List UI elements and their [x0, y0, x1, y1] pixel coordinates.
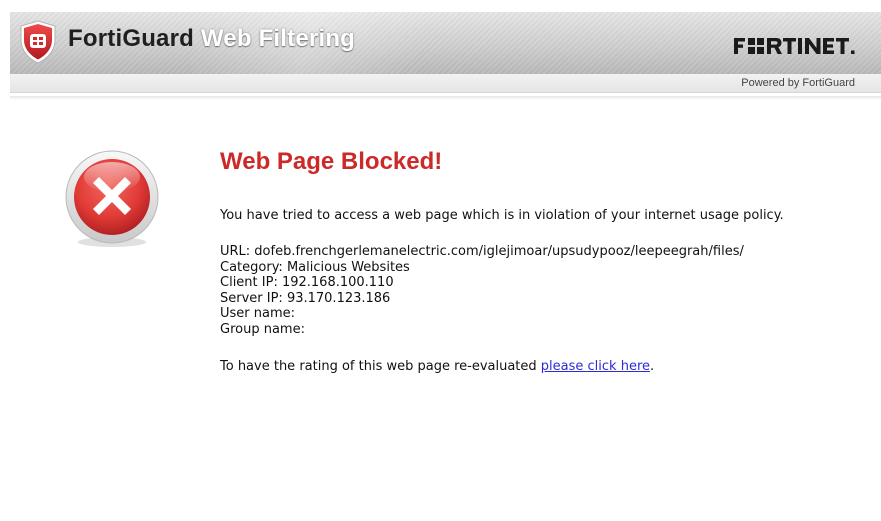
detail-client-ip: Client IP: 192.168.100.110	[220, 275, 394, 290]
fortinet-logo	[734, 38, 855, 54]
detail-server-ip: Server IP: 93.170.123.186	[220, 290, 391, 306]
detail-user-name: User name:	[220, 306, 296, 321]
reevaluate-link[interactable]: please click here	[541, 359, 650, 374]
powered-by-label: Powered by FortiGuard	[741, 77, 855, 89]
detail-group-name: Group name:	[220, 321, 305, 337]
page-title: Web Page Blocked!	[220, 148, 443, 175]
detail-url: URL: dofeb.frenchgerlemanelectric.com/ig…	[220, 244, 744, 259]
product-title: FortiGuard Web Filtering	[68, 27, 355, 51]
detail-category: Category: Malicious Websites	[220, 259, 410, 275]
fortiguard-shield-icon	[20, 20, 56, 64]
error-x-icon	[65, 150, 159, 247]
product-title-bold: FortiGuard	[68, 25, 194, 52]
product-title-light: Web Filtering	[200, 25, 356, 52]
header-divider	[10, 96, 881, 100]
header: FortiGuard Web Filtering Powered by Fort…	[0, 0, 881, 100]
reevaluate-text: To have the rating of this web page re-e…	[220, 359, 541, 374]
violation-message: You have tried to access a web page whic…	[220, 208, 784, 223]
block-details: URL: dofeb.frenchgerlemanelectric.com/ig…	[220, 244, 744, 337]
reevaluate-suffix: .	[650, 359, 655, 374]
block-page: FortiGuard Web Filtering Powered by Fort…	[0, 0, 881, 521]
reevaluate-message: To have the rating of this web page re-e…	[220, 359, 654, 375]
